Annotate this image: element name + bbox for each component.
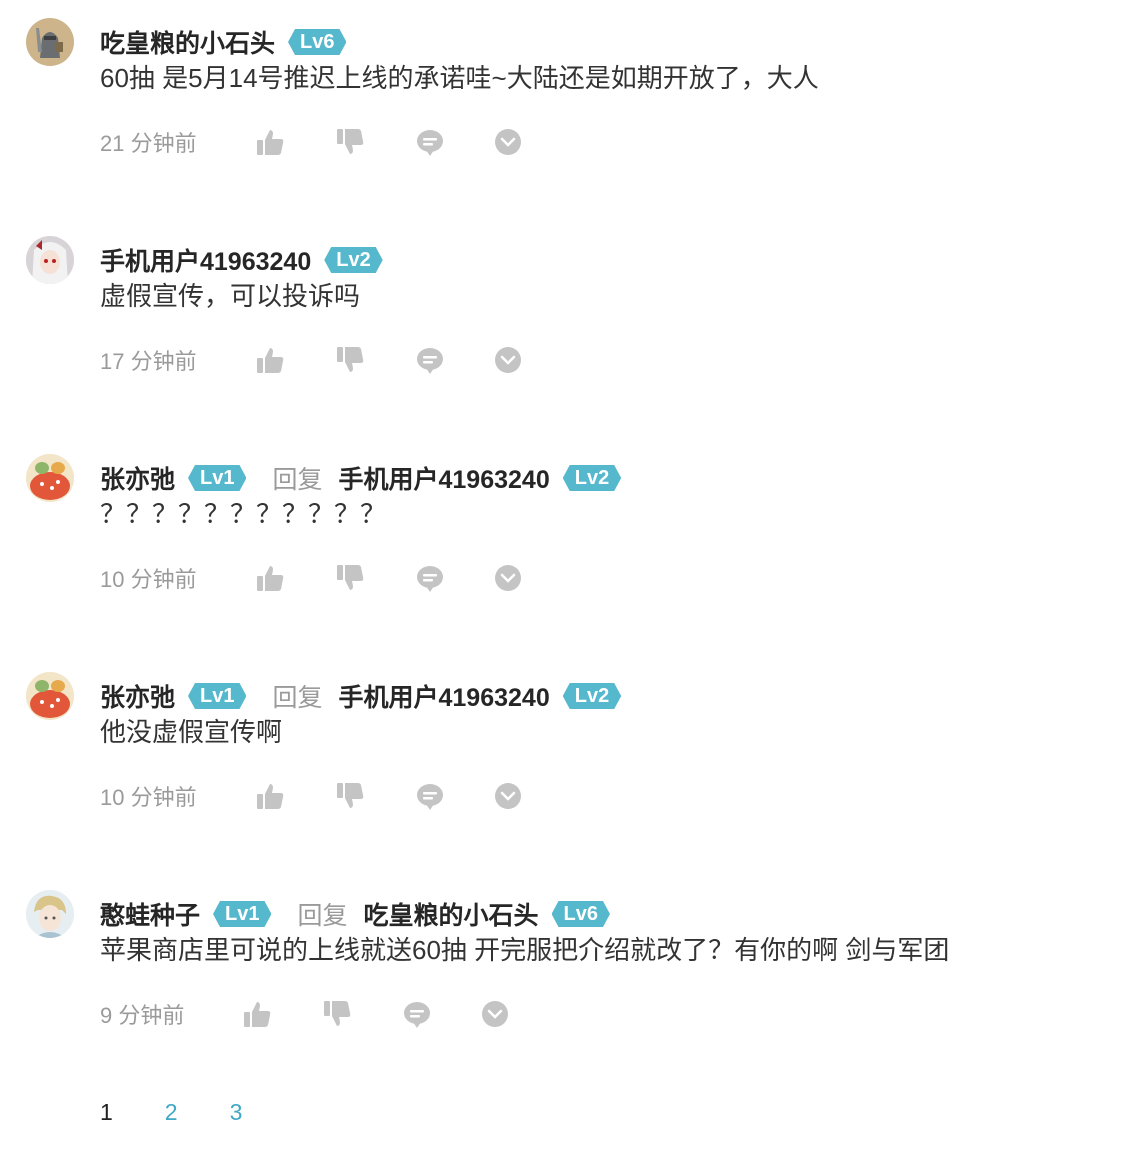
avatar[interactable] bbox=[26, 454, 74, 502]
comment-bubble-icon[interactable] bbox=[412, 124, 448, 160]
level-badge: Lv1 bbox=[188, 683, 246, 709]
pagination: 1 2 3 bbox=[100, 1094, 294, 1130]
avatar[interactable] bbox=[26, 672, 74, 720]
comment-actions: 21 分钟前 bbox=[100, 124, 526, 160]
level-badge: Lv6 bbox=[288, 29, 346, 55]
timestamp: 17 分钟前 bbox=[100, 349, 197, 374]
chevron-down-circle-icon[interactable] bbox=[490, 778, 526, 814]
username[interactable]: 手机用户41963240 bbox=[100, 242, 311, 278]
reply-label: 回复 bbox=[272, 466, 323, 494]
thumbs-up-icon[interactable] bbox=[252, 778, 288, 814]
level-badge: Lv2 bbox=[563, 465, 621, 491]
comment-text: 虚假宣传，可以投诉吗 bbox=[100, 281, 361, 311]
comment-bubble-icon[interactable] bbox=[412, 342, 448, 378]
comment-bubble-icon[interactable] bbox=[412, 778, 448, 814]
chevron-down-circle-icon[interactable] bbox=[490, 560, 526, 596]
comment-text: 60抽 是5月14号推迟上线的承诺哇~大陆还是如期开放了，大人 bbox=[100, 63, 819, 93]
avatar[interactable] bbox=[26, 18, 74, 66]
thumbs-down-icon[interactable] bbox=[319, 996, 355, 1032]
username[interactable]: 憨蛙种子 bbox=[100, 896, 200, 932]
avatar[interactable] bbox=[26, 236, 74, 284]
comment-bubble-icon[interactable] bbox=[399, 996, 435, 1032]
comment-item: 吃皇粮的小石头 Lv6 60抽 是5月14号推迟上线的承诺哇~大陆还是如期开放了… bbox=[0, 18, 1122, 220]
reply-target-username[interactable]: 手机用户41963240 bbox=[339, 678, 550, 714]
page-2-link[interactable]: 2 bbox=[165, 1099, 178, 1126]
level-badge: Lv6 bbox=[552, 901, 610, 927]
timestamp: 9 分钟前 bbox=[100, 1003, 185, 1028]
reply-target-username[interactable]: 手机用户41963240 bbox=[339, 460, 550, 496]
comment-actions: 9 分钟前 bbox=[100, 996, 513, 1032]
chevron-down-circle-icon[interactable] bbox=[477, 996, 513, 1032]
page-3-link[interactable]: 3 bbox=[230, 1099, 243, 1126]
timestamp: 10 分钟前 bbox=[100, 567, 197, 592]
comment-item: 手机用户41963240 Lv2 虚假宣传，可以投诉吗 17 分钟前 bbox=[0, 236, 1122, 438]
timestamp: 10 分钟前 bbox=[100, 785, 197, 810]
comment-item: 憨蛙种子 Lv1 回复 吃皇粮的小石头 Lv6 苹果商店里可说的上线就送60抽 … bbox=[0, 890, 1122, 1092]
thumbs-up-icon[interactable] bbox=[252, 342, 288, 378]
reply-target-username[interactable]: 吃皇粮的小石头 bbox=[364, 896, 539, 932]
comment-actions: 10 分钟前 bbox=[100, 560, 526, 596]
thumbs-down-icon[interactable] bbox=[332, 778, 368, 814]
comment-actions: 17 分钟前 bbox=[100, 342, 526, 378]
thumbs-up-icon[interactable] bbox=[252, 560, 288, 596]
reply-label: 回复 bbox=[297, 902, 348, 930]
timestamp: 21 分钟前 bbox=[100, 131, 197, 156]
reply-label: 回复 bbox=[272, 684, 323, 712]
username[interactable]: 吃皇粮的小石头 bbox=[100, 24, 275, 60]
avatar[interactable] bbox=[26, 890, 74, 938]
comment-item: 张亦弛 Lv1 回复 手机用户41963240 Lv2 ？？？？？？？？？？？ … bbox=[0, 454, 1122, 656]
comment-text: 苹果商店里可说的上线就送60抽 开完服把介绍就改了？有你的啊 剑与军团 bbox=[100, 935, 950, 965]
thumbs-down-icon[interactable] bbox=[332, 560, 368, 596]
level-badge: Lv1 bbox=[213, 901, 271, 927]
thumbs-down-icon[interactable] bbox=[332, 124, 368, 160]
chevron-down-circle-icon[interactable] bbox=[490, 342, 526, 378]
thumbs-down-icon[interactable] bbox=[332, 342, 368, 378]
level-badge: Lv2 bbox=[563, 683, 621, 709]
comment-item: 张亦弛 Lv1 回复 手机用户41963240 Lv2 他没虚假宣传啊 10 分… bbox=[0, 672, 1122, 874]
comment-actions: 10 分钟前 bbox=[100, 778, 526, 814]
thumbs-up-icon[interactable] bbox=[252, 124, 288, 160]
username[interactable]: 张亦弛 bbox=[100, 460, 175, 496]
comment-text: ？？？？？？？？？？？ bbox=[100, 499, 387, 529]
level-badge: Lv2 bbox=[324, 247, 382, 273]
username[interactable]: 张亦弛 bbox=[100, 678, 175, 714]
page-1-current[interactable]: 1 bbox=[100, 1099, 113, 1126]
chevron-down-circle-icon[interactable] bbox=[490, 124, 526, 160]
level-badge: Lv1 bbox=[188, 465, 246, 491]
thumbs-up-icon[interactable] bbox=[239, 996, 275, 1032]
comment-text: 他没虚假宣传啊 bbox=[100, 717, 283, 747]
comment-bubble-icon[interactable] bbox=[412, 560, 448, 596]
